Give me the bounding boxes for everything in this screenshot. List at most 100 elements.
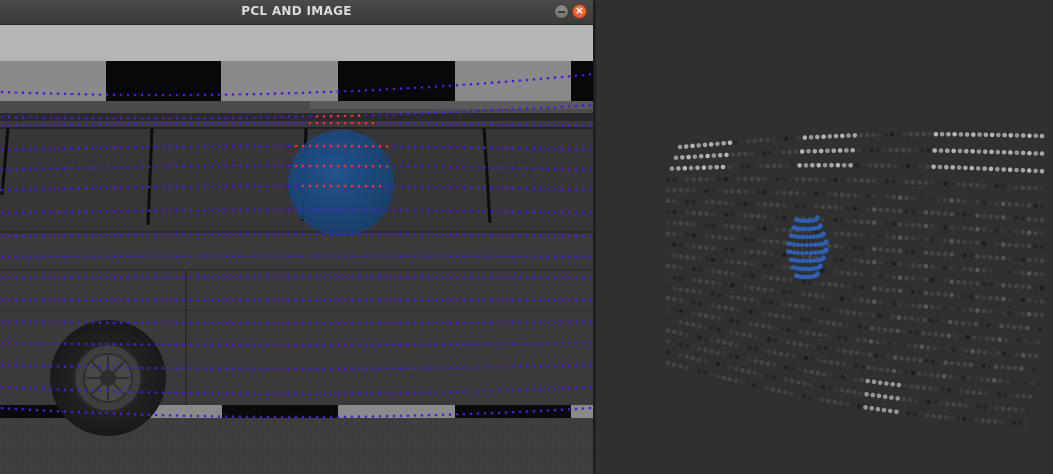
- cloud-point: [935, 318, 940, 324]
- cloud-point: [702, 359, 708, 364]
- cloud-point: [680, 155, 685, 160]
- lidar-point: [504, 186, 508, 190]
- window-titlebar[interactable]: PCL AND IMAGE ×: [0, 0, 593, 25]
- lidar-point: [581, 407, 585, 410]
- image-window[interactable]: PCL AND IMAGE ×: [0, 0, 593, 474]
- cloud-point: [677, 144, 683, 150]
- lidar-point: [84, 93, 88, 96]
- lidar-point: [21, 255, 25, 259]
- lidar-point: [168, 117, 172, 120]
- cloud-point: [859, 298, 864, 303]
- lidar-point: [105, 122, 109, 126]
- lidar-point: [392, 367, 396, 370]
- cloud-point: [863, 405, 868, 410]
- lidar-point: [280, 343, 284, 347]
- wheel-icon: [50, 320, 166, 436]
- cloud-point: [749, 273, 755, 279]
- cloud-point: [762, 226, 767, 231]
- cloud-point: [754, 322, 760, 328]
- lidar-point: [413, 165, 417, 168]
- lidar-point: [70, 210, 74, 213]
- cloud-point: [880, 353, 885, 359]
- lidar-point: [56, 123, 60, 127]
- lidar-point: [280, 164, 284, 168]
- lidar-point: [364, 114, 368, 117]
- cloud-point: [807, 292, 813, 298]
- cloud-point: [865, 272, 871, 278]
- cloud-point: [949, 225, 954, 230]
- sphere-cloud-point: [808, 234, 813, 240]
- cloud-point: [669, 166, 675, 171]
- cloud-point: [671, 362, 677, 367]
- cloud-point: [723, 200, 729, 206]
- lidar-point: [406, 165, 410, 168]
- cloud-point: [691, 176, 697, 182]
- cloud-point: [830, 334, 836, 339]
- lidar-point: [105, 233, 109, 237]
- lidar-point: [427, 111, 431, 115]
- cloud-point: [1014, 352, 1020, 357]
- lidar-point: [287, 415, 291, 419]
- cloud-point: [703, 336, 708, 342]
- cloud-point: [1029, 380, 1035, 386]
- cloud-point: [858, 132, 864, 138]
- lidar-point: [399, 343, 403, 347]
- lidar-point: [210, 116, 214, 120]
- cloud-point: [968, 280, 974, 286]
- cloud-point: [962, 280, 967, 285]
- cloud-point: [1014, 133, 1020, 138]
- sphere-lidar-point: [343, 164, 347, 168]
- cloud-point: [968, 294, 974, 299]
- cloud-point: [691, 277, 697, 283]
- cloud-point: [980, 418, 986, 424]
- sphere-cloud-point: [813, 250, 818, 255]
- lidar-point: [77, 365, 81, 369]
- lidar-point: [539, 342, 543, 345]
- lidar-point: [84, 210, 88, 213]
- lidar-point: [70, 321, 74, 324]
- cloud-point: [949, 198, 954, 203]
- lidar-point: [266, 343, 270, 347]
- lidar-point: [154, 298, 158, 302]
- cloud-point: [1039, 133, 1045, 139]
- lidar-point: [364, 321, 368, 325]
- lidar-point: [196, 232, 200, 236]
- cloud-point: [685, 210, 690, 215]
- cloud-point: [746, 369, 751, 375]
- cloud-point: [743, 176, 748, 182]
- lidar-point: [560, 276, 564, 280]
- lidar-point: [161, 93, 165, 97]
- cloud-point: [710, 176, 716, 182]
- cloud-point: [781, 149, 786, 155]
- cloud-point: [917, 290, 922, 295]
- lidar-point: [441, 298, 445, 302]
- cloud-point: [971, 132, 976, 137]
- lidar-point: [259, 392, 263, 396]
- minimize-button[interactable]: [554, 4, 569, 19]
- lidar-point: [49, 321, 53, 324]
- cloud-point: [781, 227, 787, 233]
- lidar-point: [462, 209, 466, 213]
- lidar-point: [259, 121, 263, 125]
- lidar-point: [574, 320, 578, 324]
- lidar-point: [91, 186, 95, 190]
- cloud-point: [994, 184, 1000, 189]
- cloud-point: [749, 237, 755, 243]
- lidar-point: [21, 386, 25, 390]
- lidar-point: [161, 165, 165, 169]
- cloud-point: [952, 333, 958, 339]
- cloud-point: [788, 190, 793, 196]
- lidar-point: [441, 185, 445, 189]
- cloud-point: [783, 136, 789, 142]
- cloud-point: [833, 192, 838, 197]
- close-button[interactable]: ×: [572, 4, 587, 19]
- lidar-point: [322, 254, 326, 258]
- cloud-point: [923, 210, 929, 215]
- cloud-point: [828, 360, 834, 365]
- cloud-point: [995, 166, 1000, 172]
- cloud-point: [723, 224, 729, 229]
- pointcloud-viewer[interactable]: [596, 0, 1053, 474]
- lidar-point: [28, 147, 32, 151]
- lidar-point: [581, 320, 585, 324]
- lidar-point: [42, 364, 46, 368]
